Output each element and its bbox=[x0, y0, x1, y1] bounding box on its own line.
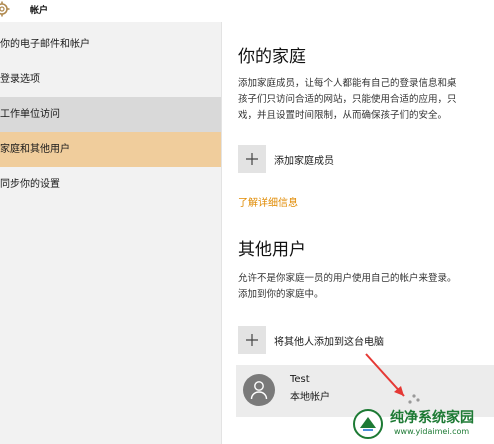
avatar bbox=[243, 374, 275, 406]
sidebar-item-work-access[interactable]: 工作单位访问 bbox=[0, 97, 221, 132]
family-description: 添加家庭成员，让每个人都能有自己的登录信息和桌 孩子们只访问合适的网站，只能使用… bbox=[238, 78, 457, 121]
sidebar-item-sync-settings[interactable]: 同步你的设置 bbox=[0, 167, 221, 202]
add-other-user-label: 将其他人添加到这台电脑 bbox=[274, 337, 384, 348]
plus-icon bbox=[238, 326, 266, 354]
main-content: 你的家庭 添加家庭成员，让每个人都能有自己的登录信息和桌 孩子们只访问合适的网站… bbox=[222, 22, 494, 444]
user-name: Test bbox=[290, 374, 310, 385]
add-other-user-button[interactable]: 将其他人添加到这台电脑 bbox=[238, 326, 478, 358]
user-account-type: 本地帐户 bbox=[290, 392, 330, 403]
sidebar-item-label: 工作单位访问 bbox=[0, 109, 60, 120]
sidebar-item-label: 同步你的设置 bbox=[0, 179, 60, 190]
learn-more-link[interactable]: 了解详细信息 bbox=[238, 194, 298, 209]
other-users-heading: 其他用户 bbox=[238, 240, 306, 260]
sidebar-item-family-other-users[interactable]: 家庭和其他用户 bbox=[0, 132, 221, 167]
watermark: 纯净系统家园 www.yidaimei.com bbox=[330, 402, 494, 444]
plus-icon bbox=[238, 145, 266, 173]
gear-icon bbox=[0, 0, 12, 18]
add-family-member-label: 添加家庭成员 bbox=[274, 156, 334, 167]
sidebar-item-label: 登录选项 bbox=[0, 74, 40, 85]
add-family-member-button[interactable]: 添加家庭成员 bbox=[238, 145, 478, 177]
sidebar-item-email-accounts[interactable]: 你的电子邮件和帐户 bbox=[0, 27, 221, 62]
sidebar-item-label: 家庭和其他用户 bbox=[0, 144, 70, 155]
family-heading: 你的家庭 bbox=[238, 47, 306, 67]
watermark-title: 纯净系统家园 bbox=[390, 410, 474, 426]
annotation-arrow-icon bbox=[365, 353, 420, 404]
sidebar-item-sign-in-options[interactable]: 登录选项 bbox=[0, 62, 221, 97]
title-bar: 帐户 bbox=[0, 0, 494, 22]
window-title: 帐户 bbox=[30, 6, 49, 16]
sidebar: 你的电子邮件和帐户 登录选项 工作单位访问 家庭和其他用户 同步你的设置 bbox=[0, 22, 222, 444]
watermark-url: www.yidaimei.com bbox=[394, 427, 470, 436]
other-users-description: 允许不是你家庭一员的用户使用自己的帐户来登录。 添加到你的家庭中。 bbox=[238, 273, 457, 300]
watermark-logo-icon bbox=[353, 409, 383, 439]
sidebar-item-label: 你的电子邮件和帐户 bbox=[0, 39, 90, 50]
